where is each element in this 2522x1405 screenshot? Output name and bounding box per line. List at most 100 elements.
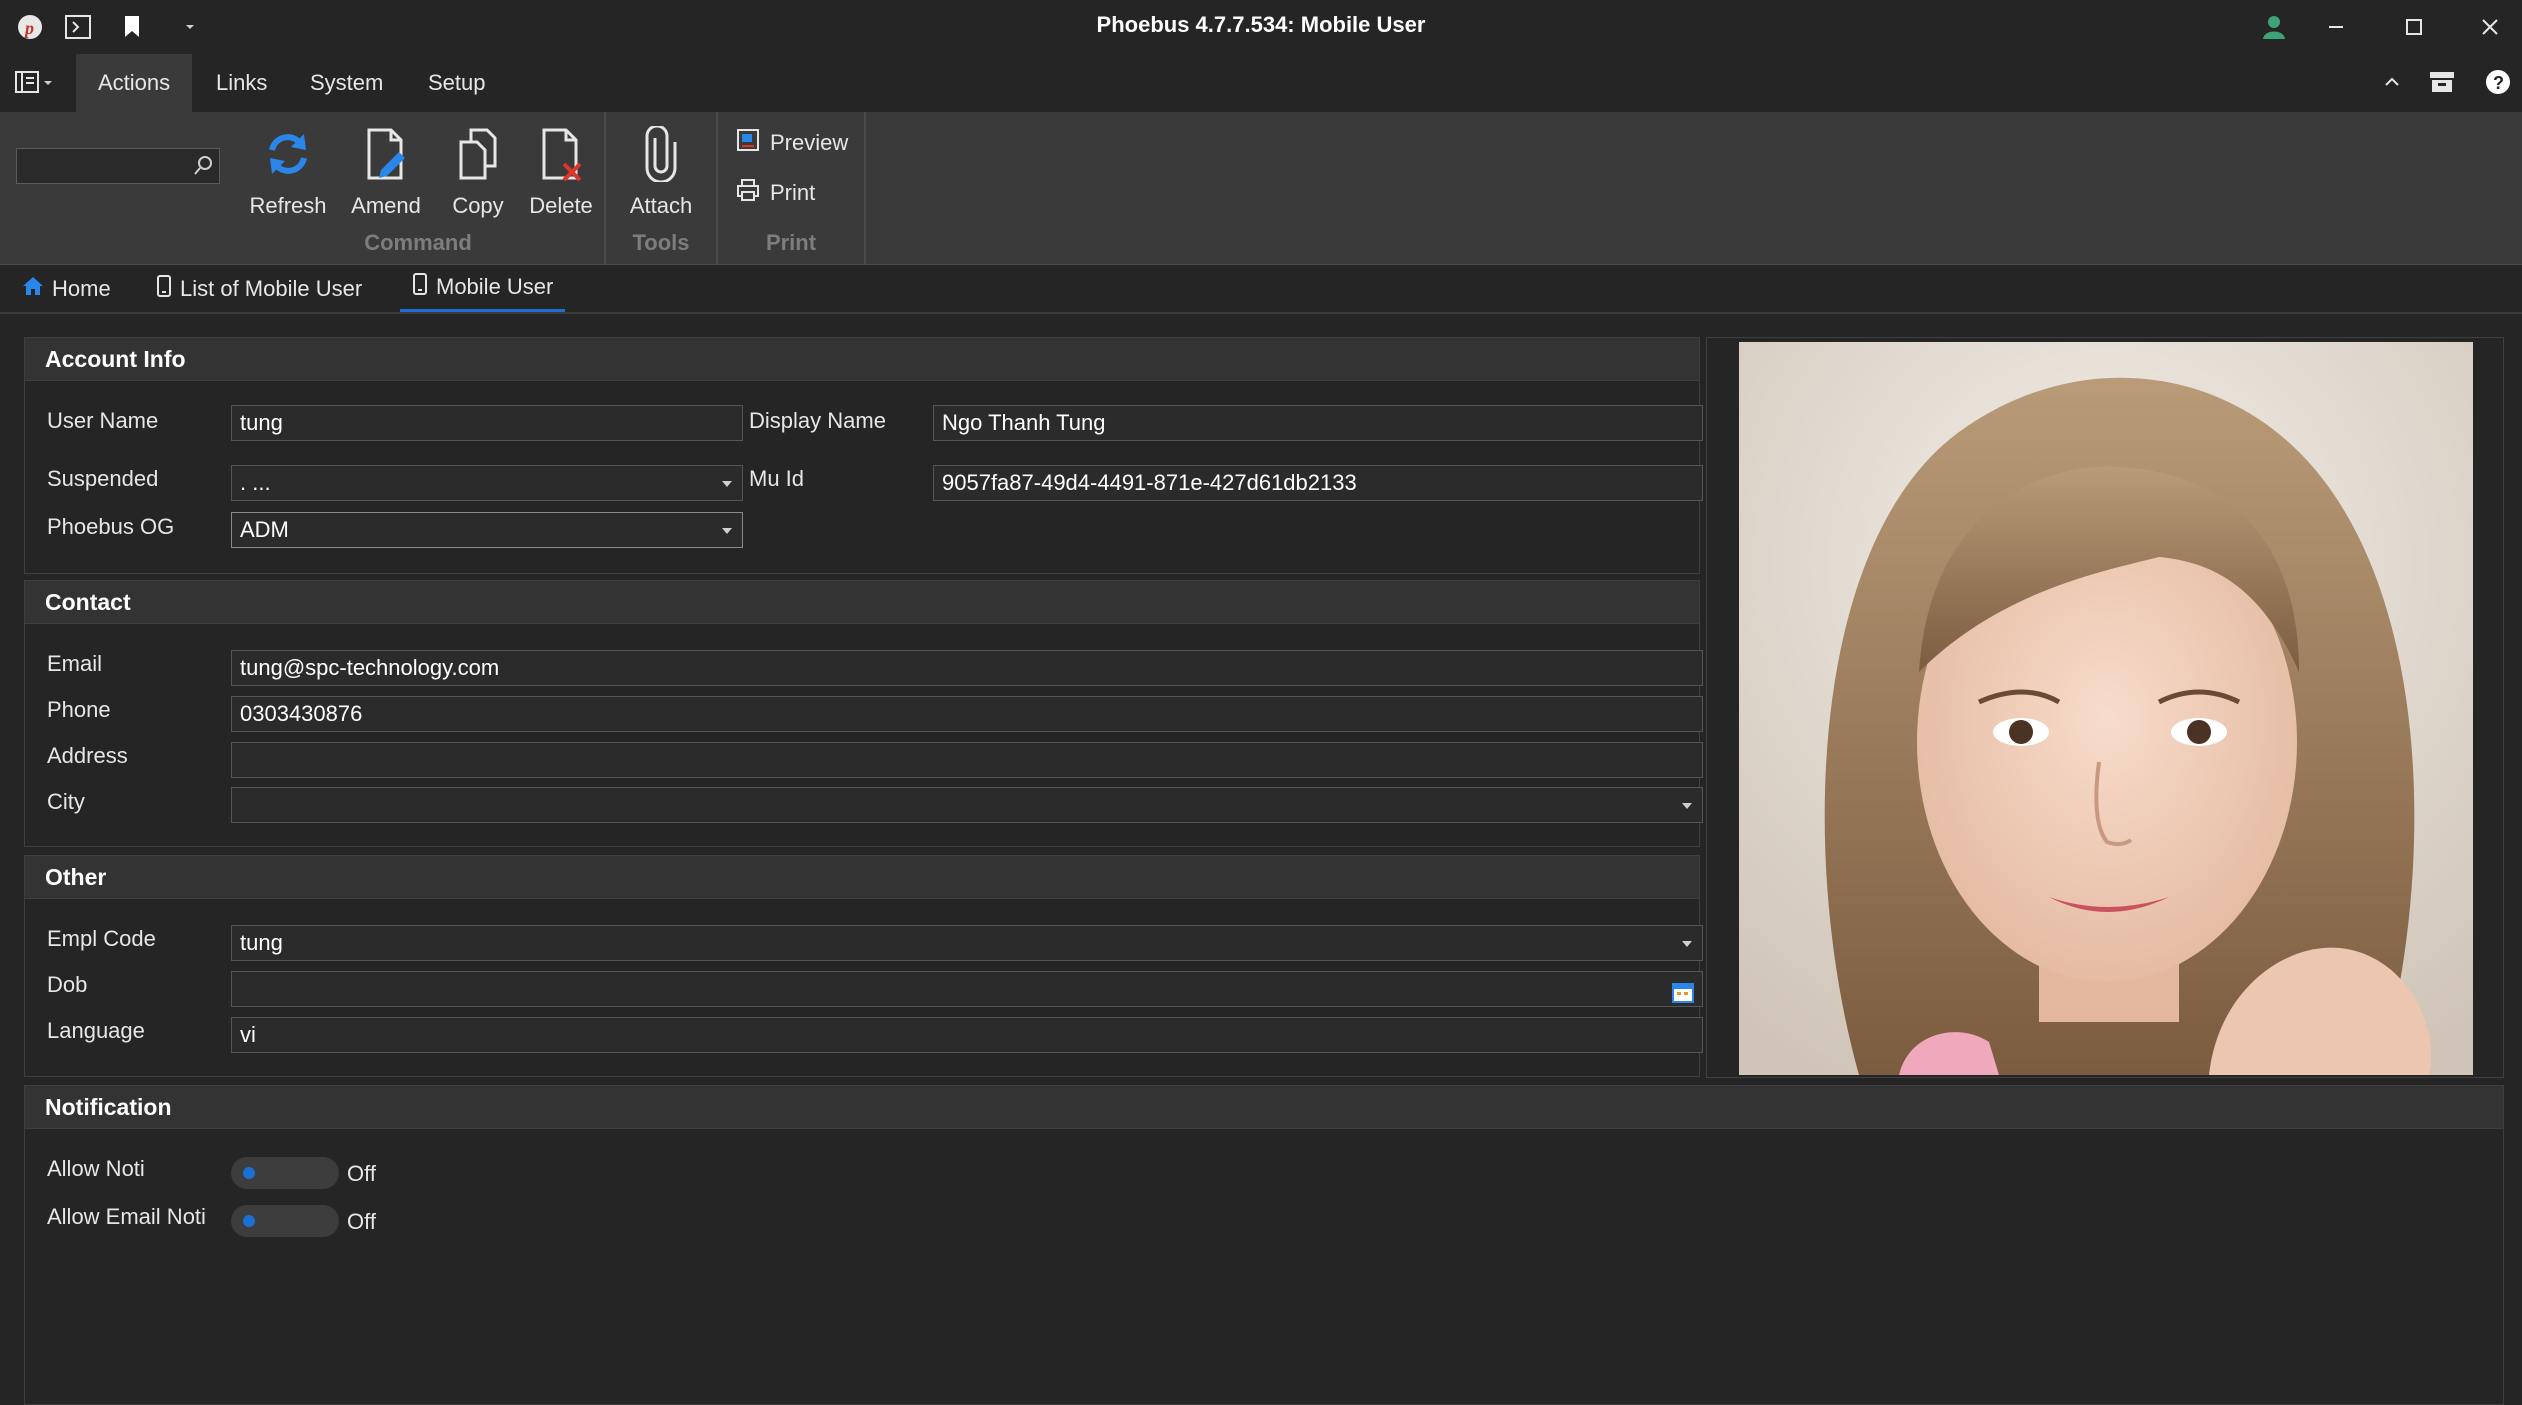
print-label: Print	[770, 180, 816, 205]
allow-noti-label: Allow Noti	[47, 1156, 145, 1181]
delete-button[interactable]: Delete	[520, 126, 602, 219]
print-group: Preview Print Print	[718, 112, 866, 264]
toggle-knob	[243, 1167, 255, 1179]
display-name-label: Display Name	[749, 408, 886, 433]
home-icon	[22, 275, 44, 303]
address-field[interactable]	[231, 742, 1703, 778]
dob-field[interactable]	[231, 971, 1703, 1007]
menu-system[interactable]: System	[288, 54, 405, 112]
dob-label: Dob	[47, 972, 88, 997]
language-label: Language	[47, 1018, 145, 1043]
user-photo[interactable]	[1739, 342, 2473, 1075]
menu-actions[interactable]: Actions	[76, 54, 193, 112]
allow-email-noti-label: Allow Email Noti	[47, 1204, 206, 1229]
contact-title: Contact	[25, 581, 1699, 624]
ribbon: Refresh Amend Copy Delete Command Attach…	[0, 112, 2522, 265]
language-field[interactable]: vi	[231, 1017, 1703, 1053]
close-icon[interactable]	[2458, 6, 2522, 48]
mu-id-field[interactable]: 9057fa87-49d4-4491-871e-427d61db2133	[933, 465, 1703, 501]
svg-text:p: p	[23, 18, 34, 38]
app-menu-icon[interactable]	[14, 68, 56, 101]
menu-links[interactable]: Links	[194, 54, 289, 112]
calendar-icon[interactable]	[1672, 979, 1694, 1006]
refresh-button[interactable]: Refresh	[246, 126, 330, 219]
maximize-icon[interactable]	[2382, 6, 2446, 48]
suspended-label: Suspended	[47, 466, 159, 491]
tab-mobile-user[interactable]: Mobile User	[400, 265, 566, 312]
attach-label: Attach	[629, 193, 693, 218]
tab-home-label: Home	[52, 275, 111, 301]
phoebus-logo-icon[interactable]: p	[12, 10, 48, 44]
user-icon[interactable]	[2242, 6, 2306, 48]
allow-noti-toggle[interactable]	[231, 1157, 339, 1189]
delete-icon	[536, 128, 586, 186]
document-tabs: Home List of Mobile User Mobile User	[0, 265, 2522, 314]
account-info-title: Account Info	[25, 338, 1699, 381]
edit-icon	[361, 128, 411, 186]
copy-icon	[453, 128, 503, 186]
notification-group: Notification Allow Noti Off Allow Email …	[24, 1085, 2504, 1405]
refresh-label: Refresh	[249, 193, 327, 218]
toggle-knob	[243, 1215, 255, 1227]
ribbon-search-input[interactable]	[16, 148, 220, 184]
user-name-label: User Name	[47, 408, 159, 433]
tab-home[interactable]: Home	[10, 265, 123, 312]
refresh-icon	[263, 134, 313, 186]
allow-email-noti-state: Off	[347, 1209, 376, 1234]
preview-button[interactable]: Preview	[736, 125, 848, 161]
email-field[interactable]: tung@spc-technology.com	[231, 650, 1703, 686]
terminal-icon[interactable]	[60, 10, 96, 44]
email-label: Email	[47, 651, 103, 676]
tools-group-label: Tools	[632, 230, 690, 255]
preview-label: Preview	[770, 130, 849, 155]
phone-label: Phone	[47, 697, 111, 722]
amend-label: Amend	[351, 193, 421, 218]
allow-email-noti-toggle[interactable]	[231, 1205, 339, 1237]
mu-id-label: Mu Id	[749, 466, 805, 491]
tab-list-of-mobile-user[interactable]: List of Mobile User	[144, 265, 374, 312]
suspended-select[interactable]: . ...	[231, 465, 743, 501]
printer-icon	[736, 178, 760, 208]
allow-noti-state: Off	[347, 1161, 376, 1186]
amend-button[interactable]: Amend	[340, 126, 432, 219]
search-icon	[193, 155, 213, 182]
mobile-icon	[412, 273, 428, 301]
minimize-icon[interactable]	[2304, 6, 2368, 48]
title-bar: p Phoebus 4.7.7.534: Mobile User	[0, 0, 2522, 54]
other-title: Other	[25, 856, 1699, 899]
menu-bar: Actions Links System Setup ?	[0, 54, 2522, 112]
copy-button[interactable]: Copy	[440, 126, 516, 219]
help-icon[interactable]: ?	[2484, 68, 2512, 101]
display-name-field[interactable]: Ngo Thanh Tung	[933, 405, 1703, 441]
other-group: Other Empl Code tung Dob Language vi	[24, 855, 1703, 1077]
empl-code-select[interactable]: tung	[231, 925, 1703, 961]
user-name-field[interactable]: tung	[231, 405, 743, 441]
tab-mobile-user-label: Mobile User	[436, 274, 554, 299]
preview-icon	[736, 128, 760, 158]
window-title: Phoebus 4.7.7.534: Mobile User	[1096, 12, 1426, 37]
tools-group: Attach Tools	[606, 112, 718, 264]
phoebus-og-select[interactable]: ADM	[231, 512, 743, 548]
contact-group: Contact Email tung@spc-technology.com Ph…	[24, 580, 1703, 847]
menu-setup[interactable]: Setup	[406, 54, 508, 112]
attach-button[interactable]: Attach	[620, 124, 702, 219]
account-info-group: Account Info User Name tung Display Name…	[24, 337, 1703, 574]
command-group: Refresh Amend Copy Delete Command	[232, 112, 606, 264]
bookmark-icon[interactable]	[114, 10, 150, 44]
empl-code-label: Empl Code	[47, 926, 156, 951]
archive-icon[interactable]	[2428, 68, 2456, 101]
phoebus-og-label: Phoebus OG	[47, 514, 175, 539]
city-select[interactable]	[231, 787, 1703, 823]
paperclip-icon	[641, 124, 681, 186]
tab-list-label: List of Mobile User	[180, 275, 363, 301]
city-label: City	[47, 789, 85, 814]
svg-text:?: ?	[2493, 73, 2504, 93]
phone-field[interactable]: 0303430876	[231, 696, 1703, 732]
photo-frame	[1706, 337, 2504, 1078]
address-label: Address	[47, 743, 128, 768]
delete-label: Delete	[529, 193, 593, 218]
dropdown-arrow-icon[interactable]	[172, 10, 208, 44]
collapse-ribbon-icon[interactable]	[2382, 74, 2402, 95]
mobile-icon	[156, 274, 172, 303]
print-button[interactable]: Print	[736, 175, 815, 211]
